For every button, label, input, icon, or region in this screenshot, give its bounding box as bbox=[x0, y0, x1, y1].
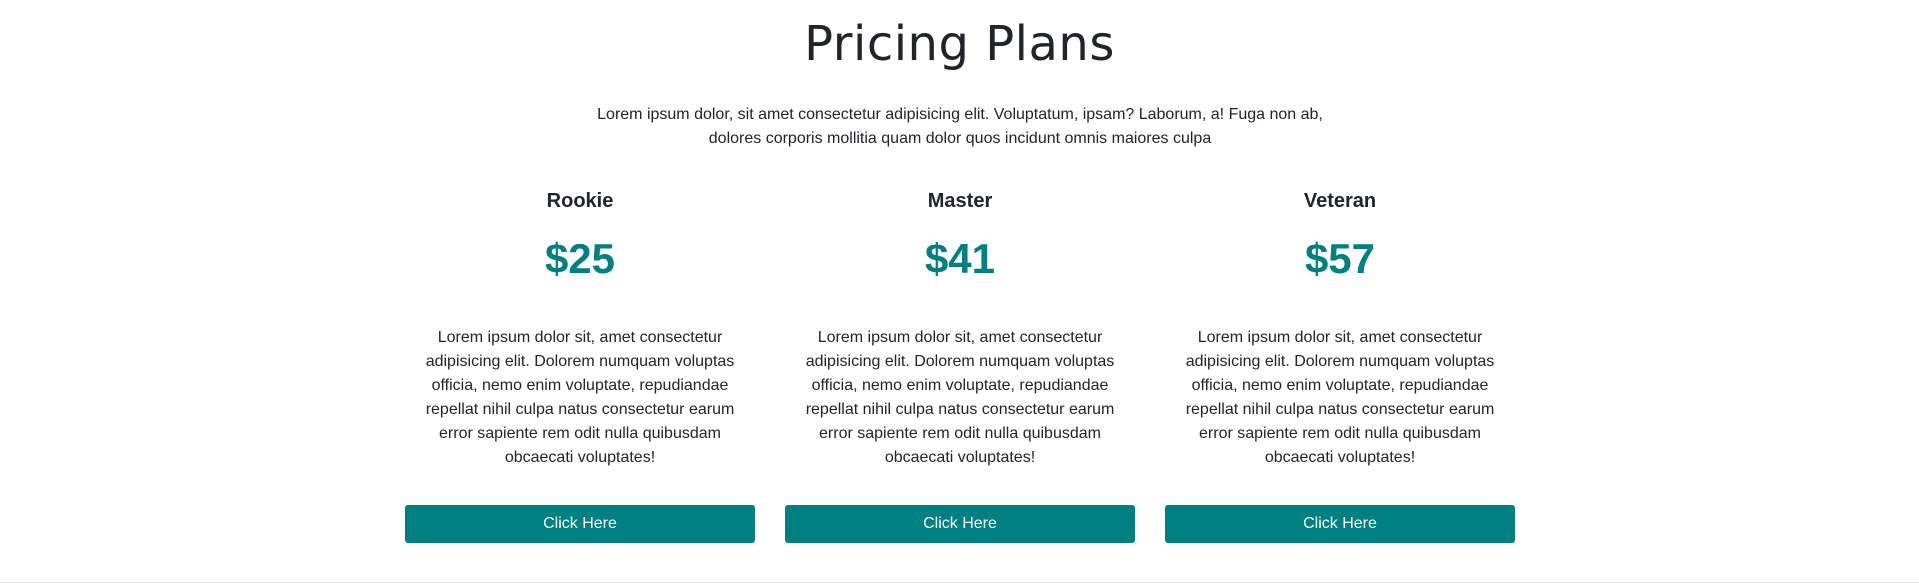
plan-description: Lorem ipsum dolor sit, amet consectetur … bbox=[425, 329, 735, 466]
plan-price: $57 bbox=[1304, 235, 1376, 282]
plan-name: Veteran bbox=[1303, 190, 1377, 212]
plan-card-rookie: Rookie $25 Lorem ipsum dolor sit, amet c… bbox=[405, 186, 755, 543]
plan-name: Master bbox=[927, 190, 993, 212]
plan-button-master[interactable]: Click Here bbox=[785, 505, 1135, 543]
plan-card-veteran: Veteran $57 Lorem ipsum dolor sit, amet … bbox=[1165, 186, 1515, 543]
plan-name: Rookie bbox=[546, 190, 614, 212]
plan-price: $41 bbox=[924, 235, 996, 282]
plan-description: Lorem ipsum dolor sit, amet consectetur … bbox=[1185, 329, 1495, 466]
section-divider bbox=[0, 582, 1919, 583]
plan-button-rookie[interactable]: Click Here bbox=[405, 505, 755, 543]
plan-button-veteran[interactable]: Click Here bbox=[1165, 505, 1515, 543]
pricing-section: Pricing Plans Lorem ipsum dolor, sit ame… bbox=[0, 0, 1919, 584]
plan-price: $25 bbox=[544, 235, 616, 282]
intro-text: Lorem ipsum dolor, sit amet consectetur … bbox=[597, 106, 1323, 147]
plan-description: Lorem ipsum dolor sit, amet consectetur … bbox=[805, 329, 1115, 466]
plan-card-master: Master $41 Lorem ipsum dolor sit, amet c… bbox=[785, 186, 1135, 543]
page-title: Pricing Plans bbox=[804, 16, 1115, 72]
